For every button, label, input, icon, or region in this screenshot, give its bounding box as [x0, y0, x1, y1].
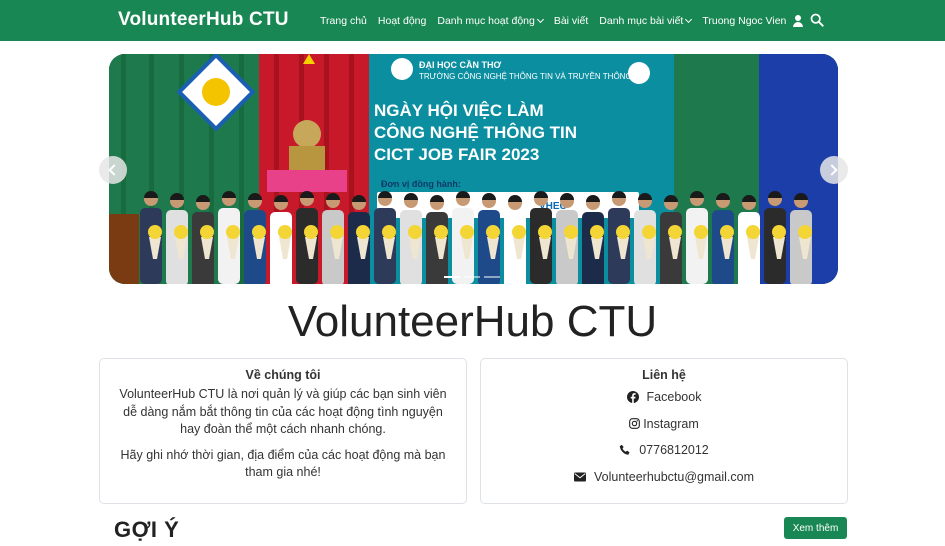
hero-carousel: ĐẠI HỌC CẦN THƠ TRƯỜNG CÔNG NGHỆ THÔNG T… [109, 54, 838, 284]
contact-title: Liên hệ [642, 368, 686, 382]
email-label: Volunteerhubctu@gmail.com [594, 469, 754, 484]
about-card: Về chúng tôi VolunteerHub CTU là nơi quả… [99, 358, 467, 504]
carousel-indicator[interactable] [484, 276, 500, 278]
slide-line1: NGÀY HỘI VIỆC LÀM [374, 101, 544, 120]
slide-decoration [408, 225, 422, 239]
chevron-right-icon [826, 164, 838, 176]
slide-university: ĐẠI HỌC CẦN THƠ [419, 60, 501, 70]
nav-activities[interactable]: Hoạt động [378, 15, 426, 27]
contact-instagram[interactable]: Instagram [481, 411, 847, 438]
slide-decoration [746, 225, 760, 239]
user-menu[interactable]: Truong Ngoc Vien [702, 14, 804, 27]
nav-post-categories-label: Danh mục bài viết [599, 14, 684, 27]
contact-email[interactable]: Volunteerhubctu@gmail.com [481, 464, 847, 491]
navbar: VolunteerHub CTU Trang chủ Hoạt động Dan… [0, 0, 945, 41]
user-name: Truong Ngoc Vien [702, 14, 787, 27]
slide-decoration [356, 225, 370, 239]
phone-label: 0776812012 [639, 443, 709, 458]
instagram-icon [629, 418, 641, 430]
page-title: VolunteerHub CTU [287, 297, 658, 346]
carousel-indicator[interactable] [464, 276, 480, 278]
slide-decoration [538, 225, 552, 239]
nav-posts[interactable]: Bài viết [554, 15, 588, 27]
facebook-icon [626, 391, 639, 404]
nav-activity-categories[interactable]: Danh mục hoạt động [437, 14, 544, 27]
carousel-prev-button[interactable] [99, 156, 127, 184]
search-icon[interactable] [810, 13, 824, 27]
slide-school: TRƯỜNG CÔNG NGHỆ THÔNG TIN VÀ TRUYỀN THÔ… [419, 71, 632, 81]
nav-post-categories[interactable]: Danh mục bài viết [599, 14, 693, 27]
slide-decoration [434, 225, 448, 239]
slide-decoration [590, 225, 604, 239]
carousel-indicators [444, 276, 504, 278]
slide-decoration [330, 225, 344, 239]
about-paragraph-2: Hãy ghi nhớ thời gian, địa điểm của các … [120, 447, 446, 480]
slide-decoration [226, 225, 240, 239]
contact-facebook[interactable]: Facebook [481, 384, 847, 411]
see-more-button[interactable]: Xem thêm [784, 517, 847, 539]
phone-icon [619, 445, 630, 455]
slide-decoration [278, 225, 292, 239]
slide-decoration [460, 225, 474, 239]
carousel-indicator[interactable] [444, 276, 460, 278]
envelope-icon [574, 472, 586, 482]
facebook-label: Facebook [646, 390, 702, 405]
nav-activity-categories-label: Danh mục hoạt động [437, 14, 535, 27]
slide-decoration [798, 225, 812, 239]
slide-line2: CÔNG NGHỆ THÔNG TIN [374, 123, 577, 142]
nav-home[interactable]: Trang chủ [320, 15, 367, 27]
slide-decoration [772, 225, 786, 239]
slide-line3: CICT JOB FAIR 2023 [374, 145, 539, 164]
chevron-left-icon [108, 164, 120, 176]
slide-decoration [668, 225, 682, 239]
slide-decoration [252, 225, 266, 239]
contact-card: Liên hệ Facebook Instagram 0776812012 Vo… [480, 358, 848, 504]
chevron-down-icon [536, 15, 544, 23]
instagram-label: Instagram [643, 416, 699, 431]
slide-decoration [304, 225, 318, 239]
slide-decoration [642, 225, 656, 239]
slide-sponsors-label: Đơn vị đồng hành: [381, 179, 461, 189]
slide-decoration [174, 225, 188, 239]
slide-decoration [382, 225, 396, 239]
slide-decoration [200, 225, 214, 239]
carousel-slide-image: ĐẠI HỌC CẦN THƠ TRƯỜNG CÔNG NGHỆ THÔNG T… [109, 54, 838, 284]
suggestions-title: GỢI Ý [114, 517, 180, 542]
slide-decoration [512, 225, 526, 239]
nav-menu: Trang chủ Hoạt động Danh mục hoạt động B… [320, 0, 815, 41]
brand-link[interactable]: VolunteerHub CTU [118, 9, 289, 31]
slide-decoration [486, 225, 500, 239]
chevron-down-icon [685, 15, 693, 23]
slide-decoration [564, 225, 578, 239]
about-title: Về chúng tôi [245, 368, 321, 382]
carousel-next-button[interactable] [820, 156, 848, 184]
slide-decoration [720, 225, 734, 239]
contact-phone[interactable]: 0776812012 [481, 437, 847, 464]
slide-decoration [694, 225, 708, 239]
about-paragraph-1: VolunteerHub CTU là nơi quản lý và giúp … [119, 387, 447, 436]
user-icon [792, 14, 804, 27]
slide-decoration [148, 225, 162, 239]
slide-decoration [616, 225, 630, 239]
